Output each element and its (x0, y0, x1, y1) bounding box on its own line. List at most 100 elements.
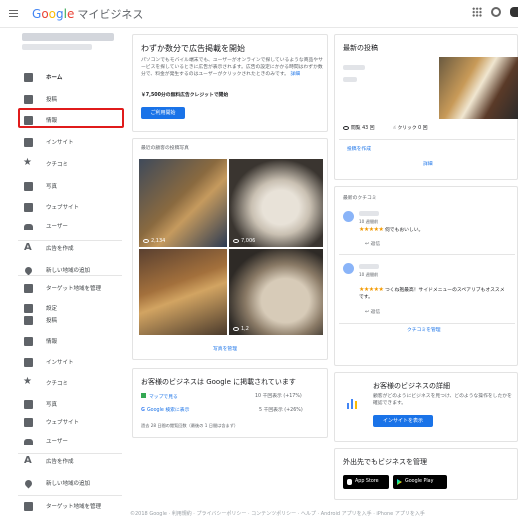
sidebar-item-users-2[interactable]: ユーザー (0, 431, 128, 453)
notifications-icon[interactable] (491, 7, 501, 17)
post-detail-link[interactable]: 詳細 (423, 161, 433, 168)
reviewer-avatar (343, 211, 354, 222)
review-stars: ★★★★★ (359, 286, 384, 293)
account-avatar[interactable] (510, 7, 518, 17)
manage-photos-link[interactable]: 写真を管理 (213, 346, 237, 353)
sidebar-item-create-ad[interactable]: A 広告を作成 (0, 238, 128, 260)
sidebar-item-insights-2[interactable]: インサイト (0, 352, 128, 374)
reply-icon: ↩ (365, 242, 370, 247)
sidebar-item-create-ad-2[interactable]: A 広告を作成 (0, 451, 128, 473)
product-name: マイビジネス (77, 8, 144, 21)
insights-card-body: 顧客がどのようにビジネスを見つけ、どのような操作をしたかを確認できます。 (373, 394, 512, 406)
review-body: ★★★★★ 何でもおいしい。 (359, 226, 424, 233)
sidebar-item-add-location-2[interactable]: 新しい地域の追加 (0, 473, 128, 495)
footer-links[interactable]: ©2018 Google · 利用規約 · プライバシーポリシー · コンテンツ… (130, 510, 425, 517)
search-row-label[interactable]: G Google 検索に表示 (141, 407, 189, 414)
photos-card: 最近の顧客の投稿写真 2,134 7,006 1,2 写真を管理 (132, 138, 328, 360)
listing-card: お客様のビジネスは Google に掲載されています マップで見る 10 千回表… (132, 368, 328, 438)
customer-photo-1[interactable]: 2,134 (139, 159, 227, 247)
home-icon (24, 73, 33, 82)
location-icon (23, 478, 34, 489)
manage-reviews-link[interactable]: クチコミを管理 (407, 327, 441, 334)
start-ads-button[interactable]: ご利用開始 (141, 107, 185, 119)
reviewer-avatar (343, 263, 354, 274)
website-icon (24, 203, 33, 212)
ads-icon: A (24, 455, 32, 466)
ads-card: わずか数分で広告掲載を開始 パソコンでもモバイル端末でも、ユーザーがオンラインで… (132, 34, 328, 132)
sidebar-item-manage-locations-2[interactable]: ターゲット地域を管理 (0, 496, 128, 518)
google-g-icon: G (141, 408, 145, 413)
app-store-badge[interactable]: App Store (343, 475, 389, 489)
business-name-redacted (22, 33, 114, 41)
listing-card-title: お客様のビジネスは Google に掲載されています (141, 378, 296, 386)
info-highlight-box (18, 108, 124, 128)
review-time: 10 週間前 (359, 219, 379, 224)
insights-card-title: お客様のビジネスの詳細 (373, 382, 450, 390)
maps-icon (141, 393, 146, 398)
google-play-badge[interactable]: Google Play (393, 475, 447, 489)
eye-icon (233, 326, 239, 331)
manage-icon (24, 502, 33, 511)
star-icon: ★ (23, 157, 32, 168)
apple-icon (347, 479, 352, 485)
photos-card-header: 最近の顧客の投稿写真 (141, 146, 189, 151)
sidebar-item-info-2[interactable]: 情報 (0, 331, 128, 353)
customer-photo-2[interactable]: 7,006 (229, 159, 323, 247)
eye-icon (343, 125, 349, 130)
reply-icon: ↩ (365, 310, 370, 315)
post-icon (24, 316, 33, 325)
reply-button[interactable]: ↩ 返信 (365, 241, 380, 248)
insights-icon (24, 138, 33, 147)
sidebar-item-posts-2[interactable]: 投稿 (0, 310, 128, 332)
customer-photo-3[interactable] (139, 249, 227, 335)
google-play-icon (397, 479, 402, 485)
maps-row-label[interactable]: マップで見る (141, 393, 178, 401)
sidebar: ホーム 投稿 情報 インサイト ★ クチコミ 写真 ウェブサイト ユーザー A 広告… (0, 28, 128, 518)
reviews-card: 最新のクチコミ 10 週間前 ★★★★★ 何でもおいしい。 ↩ 返信 10 週間… (334, 186, 518, 366)
view-insights-button[interactable]: インサイトを表示 (373, 415, 433, 427)
customer-photo-4[interactable]: 1,2 (229, 249, 323, 335)
post-clicks: ☝ クリック 0 回 (393, 126, 428, 131)
search-row-value: 5 千回表示 (+26%) (259, 408, 303, 413)
sidebar-item-insights[interactable]: インサイト (0, 132, 128, 154)
sidebar-item-photos[interactable]: 写真 (0, 176, 128, 198)
bar-chart-icon (347, 395, 361, 409)
sidebar-divider (18, 275, 122, 276)
reviewer-name (359, 211, 379, 216)
google-my-business-logo[interactable]: Google マイビジネス (32, 6, 143, 22)
location-icon (23, 265, 34, 276)
website-icon (24, 418, 33, 427)
apps-card: 外出先でもビジネスを管理 App Store Google Play (334, 448, 518, 500)
ads-more-link[interactable]: 詳細 (290, 72, 300, 77)
post-preview-text (343, 65, 365, 70)
listing-footnote: 過去 28 日間の閲覧回数（最後の 1 日間は含まず） (141, 423, 239, 428)
sidebar-item-reviews[interactable]: ★ クチコミ (0, 154, 128, 176)
top-bar: Google マイビジネス (0, 0, 518, 28)
ads-icon: A (24, 242, 32, 253)
review-stars: ★★★★★ (359, 226, 384, 233)
sidebar-item-home[interactable]: ホーム (0, 67, 128, 89)
sidebar-item-reviews-2[interactable]: ★ クチコミ (0, 373, 128, 395)
post-preview-date (343, 77, 357, 82)
review-time: 10 週間前 (359, 272, 379, 277)
click-icon: ☝ (393, 126, 396, 131)
ads-card-title: わずか数分で広告掲載を開始 (141, 44, 245, 53)
business-address-redacted (22, 44, 92, 50)
create-post-link[interactable]: 投稿を作成 (347, 146, 371, 153)
users-icon (24, 224, 33, 230)
insights-card: お客様のビジネスの詳細 顧客がどのようにビジネスを見つけ、どのような操作をしたか… (334, 372, 518, 442)
photo-icon (24, 400, 33, 409)
apps-card-title: 外出先でもビジネスを管理 (343, 458, 427, 466)
maps-row-value: 10 千回表示 (+17%) (255, 394, 302, 399)
sidebar-item-manage-locations[interactable]: ターゲット地域を管理 (0, 278, 128, 300)
star-icon: ★ (23, 376, 32, 387)
review-body: ★★★★★ つくね抱最高！サイドメニューのスペアリブもオススメです。 (359, 286, 505, 300)
sidebar-item-users[interactable]: ユーザー (0, 216, 128, 238)
apps-grid-icon[interactable] (472, 7, 482, 17)
post-icon (24, 95, 33, 104)
menu-icon[interactable] (9, 10, 18, 17)
eye-icon (233, 238, 239, 243)
users-icon (24, 439, 33, 445)
reply-button[interactable]: ↩ 返信 (365, 309, 380, 316)
post-image[interactable] (439, 57, 518, 119)
